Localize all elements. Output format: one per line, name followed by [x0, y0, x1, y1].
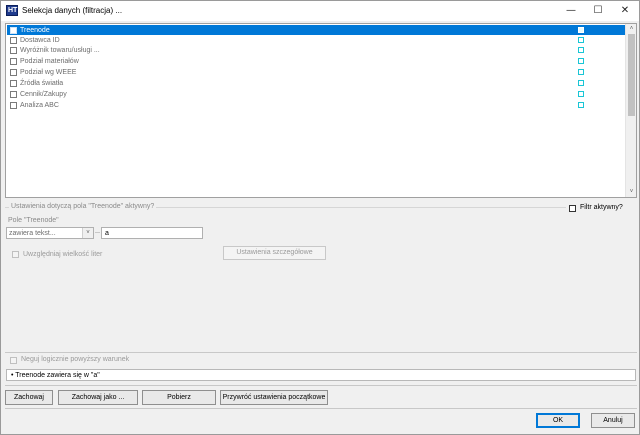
- filter-marker-icon: [578, 27, 584, 33]
- window-title: Selekcja danych (filtracja) ...: [22, 6, 123, 15]
- divider: [5, 385, 637, 386]
- list-scrollbar[interactable]: ˄ ˅: [625, 24, 636, 197]
- filter-marker-icon: [578, 102, 584, 108]
- title-bar: HT Selekcja danych (filtracja) ... — ☐ ✕: [1, 1, 639, 21]
- save-as-button[interactable]: Zachowaj jako ...: [58, 390, 138, 405]
- filter-value-text: a: [105, 230, 109, 237]
- ok-button[interactable]: OK: [536, 413, 580, 428]
- close-button[interactable]: ✕: [611, 1, 639, 21]
- filter-active-checkbox[interactable]: [569, 205, 576, 212]
- case-sensitive-label: Uwzględniaj wielkość liter: [23, 251, 103, 258]
- list-item[interactable]: Wyróżnik towaru/usługi ...: [7, 45, 626, 55]
- field-caption: Pole "Treenode": [8, 217, 59, 224]
- filter-value-input[interactable]: a: [101, 227, 203, 239]
- restore-defaults-button[interactable]: Przywróć ustawienia początkowe: [220, 390, 328, 405]
- filter-summary-text: • Treenode zawiera się w "a": [11, 372, 100, 379]
- filter-marker-icon: [578, 47, 584, 53]
- list-item-label: Dostawca ID: [20, 37, 60, 44]
- list-item[interactable]: Treenode: [7, 25, 626, 35]
- filter-summary: • Treenode zawiera się w "a": [6, 369, 636, 381]
- scrollbar-thumb[interactable]: [628, 34, 635, 116]
- list-item-label: Wyróżnik towaru/usługi ...: [20, 47, 100, 54]
- item-checkbox[interactable]: [10, 69, 17, 76]
- operator-separator: [95, 232, 100, 233]
- load-button[interactable]: Pobierz: [142, 390, 216, 405]
- field-list[interactable]: Treenode Dostawca ID Wyróżnik towaru/usł…: [5, 23, 637, 198]
- case-sensitive-checkbox[interactable]: [12, 251, 19, 258]
- scroll-down-icon[interactable]: ˅: [626, 187, 637, 197]
- settings-group-caption: Ustawienia dotyczą pola "Treenode" aktyw…: [9, 203, 157, 210]
- item-checkbox[interactable]: [10, 102, 17, 109]
- scroll-up-icon[interactable]: ˄: [626, 24, 637, 34]
- negate-checkbox[interactable]: [10, 357, 17, 364]
- selection-dialog: HT Selekcja danych (filtracja) ... — ☐ ✕…: [0, 0, 640, 435]
- item-checkbox[interactable]: [10, 58, 17, 65]
- operator-select[interactable]: zawiera tekst... ˅: [6, 227, 94, 239]
- operator-value: zawiera tekst...: [9, 230, 56, 237]
- cancel-button[interactable]: Anuluj: [591, 413, 635, 428]
- list-item-label: Źródła światła: [20, 80, 64, 87]
- list-item[interactable]: Analiza ABC: [7, 100, 626, 110]
- divider: [5, 408, 637, 409]
- item-checkbox[interactable]: [10, 91, 17, 98]
- negate-label: Neguj logicznie powyższy warunek: [21, 356, 130, 363]
- divider: [5, 352, 637, 353]
- save-button[interactable]: Zachowaj: [5, 390, 53, 405]
- filter-marker-icon: [578, 80, 584, 86]
- filter-marker-icon: [578, 91, 584, 97]
- list-item-label: Cennik/Zakupy: [20, 91, 67, 98]
- minimize-button[interactable]: —: [557, 1, 585, 21]
- item-checkbox[interactable]: [10, 37, 17, 44]
- list-item[interactable]: Podział wg WEEE: [7, 67, 626, 77]
- list-item[interactable]: Cennik/Zakupy: [7, 89, 626, 99]
- filter-marker-icon: [578, 69, 584, 75]
- filter-active-label[interactable]: Filtr aktywny?: [580, 204, 623, 211]
- item-checkbox[interactable]: [10, 47, 17, 54]
- list-item[interactable]: Dostawca ID: [7, 35, 626, 45]
- list-item-label: Analiza ABC: [20, 102, 59, 109]
- list-item[interactable]: Źródła światła: [7, 78, 626, 88]
- filter-marker-icon: [578, 58, 584, 64]
- app-icon: HT: [6, 5, 18, 16]
- item-checkbox[interactable]: [10, 27, 17, 34]
- filter-marker-icon: [578, 37, 584, 43]
- maximize-button[interactable]: ☐: [584, 1, 612, 21]
- app-icon-text: HT: [8, 7, 18, 14]
- list-item-label: Treenode: [20, 27, 50, 34]
- list-item-label: Podział wg WEEE: [20, 69, 77, 76]
- item-checkbox[interactable]: [10, 80, 17, 87]
- chevron-down-icon[interactable]: ˅: [82, 228, 93, 238]
- list-item-label: Podział materiałów: [20, 58, 79, 65]
- detail-settings-button[interactable]: Ustawienia szczegółowe: [223, 246, 326, 260]
- list-item[interactable]: Podział materiałów: [7, 56, 626, 66]
